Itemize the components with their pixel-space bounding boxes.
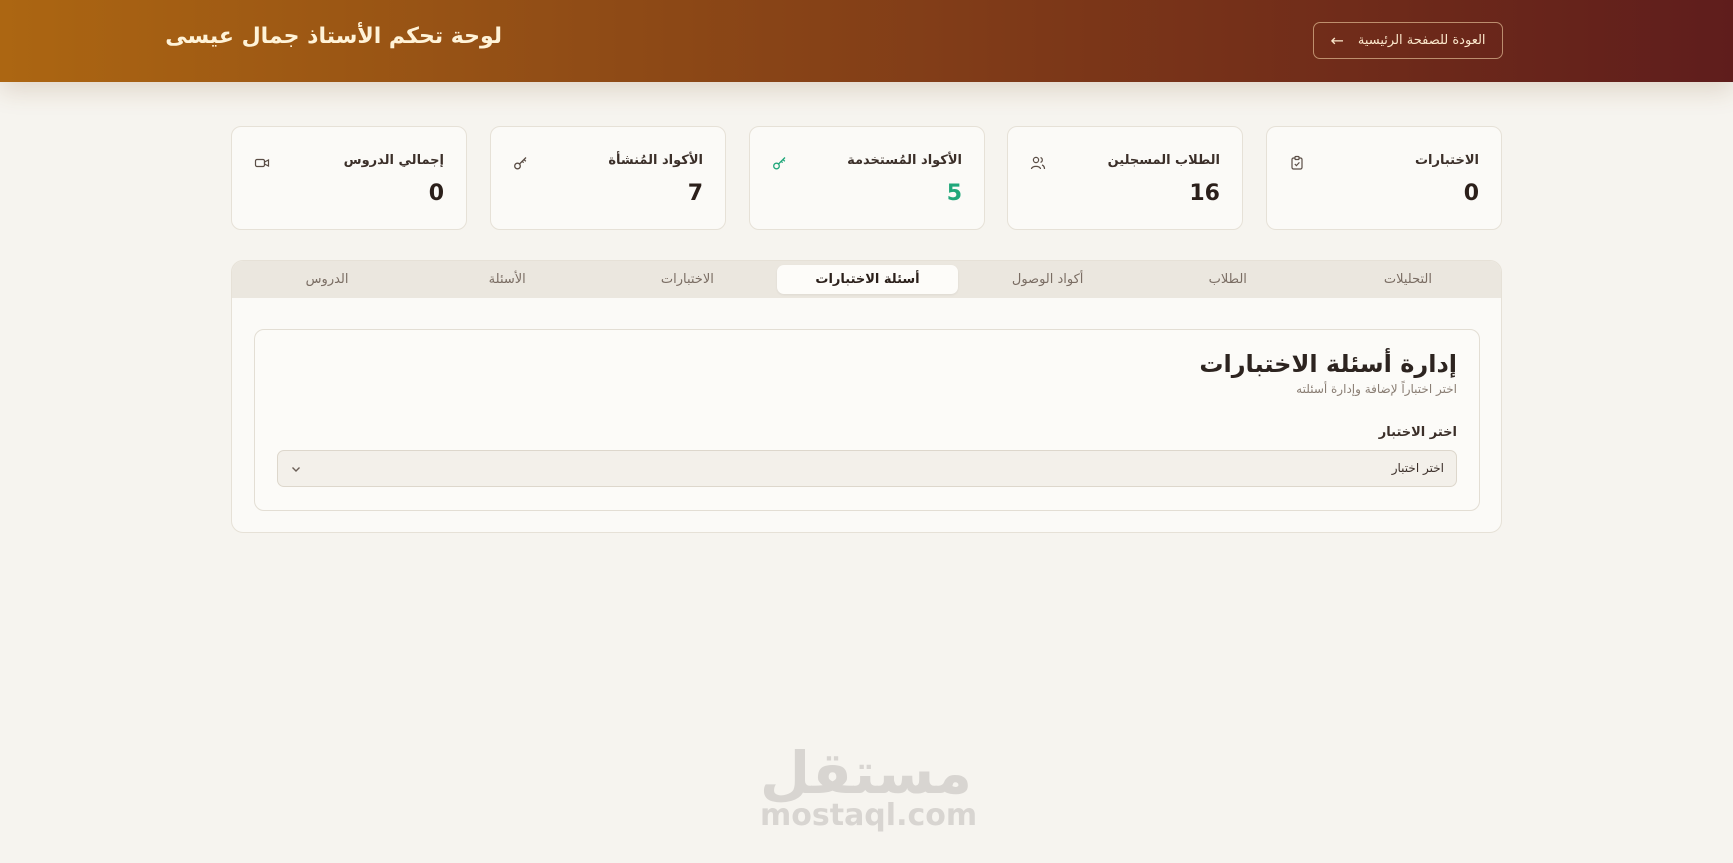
top-header: لوحة تحكم الأستاذ جمال عيسى العودة للصفح… [0,0,1733,82]
watermark-arabic: مستقل [759,739,972,807]
tab-exam-questions[interactable]: أسئلة الاختبارات [777,265,958,294]
exam-select-label: اختر الاختبار [1378,425,1457,440]
back-button-label: العودة للصفحة الرئيسية [1357,33,1486,48]
tab-exams[interactable]: الاختبارات [597,265,777,294]
chevron-down-icon [292,467,300,472]
back-to-home-button[interactable]: العودة للصفحة الرئيسية ← [1313,22,1503,59]
exam-questions-card: إدارة أسئلة الاختبارات اختر اختباراً لإض… [254,329,1480,511]
stat-value: 5 [946,181,962,206]
tab-bar: التحليلات الطلاب أكواد الوصول أسئلة الاخ… [232,261,1501,298]
video-icon [254,158,270,168]
exam-select[interactable]: اختر اختبار [277,450,1457,487]
stat-label: إجمالي الدروس [343,153,444,168]
stat-card-total-lessons: إجمالي الدروس 0 [231,126,467,230]
stat-value: 16 [1189,181,1220,206]
stat-card-created-codes: الأكواد المُنشأة 7 [490,126,726,230]
stats-row: الاختبارات 0 الطلاب المسجلين 16 الأكواد … [231,126,1502,230]
stat-value: 7 [687,181,703,206]
section-subtitle: اختر اختباراً لإضافة وإدارة أسئلته [1296,382,1457,396]
arrow-left-icon: ← [1330,30,1344,50]
tab-questions[interactable]: الأسئلة [417,265,597,294]
watermark-logo: مستقل mostaql.com [759,739,978,833]
stat-label: الاختبارات [1414,153,1479,168]
stat-label: الطلاب المسجلين [1107,153,1220,168]
stat-label: الأكواد المُستخدمة [847,153,962,168]
clipboard-check-icon [1291,155,1303,170]
stat-card-exams: الاختبارات 0 [1266,126,1502,230]
stat-value: 0 [428,181,444,206]
stat-label: الأكواد المُنشأة [608,153,703,168]
key-icon [773,157,786,170]
page-title: لوحة تحكم الأستاذ جمال عيسى [165,24,502,49]
key-icon [514,157,527,170]
stat-card-students: الطلاب المسجلين 16 [1007,126,1243,230]
tab-analytics[interactable]: التحليلات [1318,265,1498,294]
tab-students[interactable]: الطلاب [1138,265,1318,294]
users-icon [1030,156,1046,170]
stat-value: 0 [1463,181,1479,206]
tab-access-codes[interactable]: أكواد الوصول [958,265,1138,294]
stat-card-used-codes: الأكواد المُستخدمة 5 [749,126,985,230]
watermark-latin: mostaql.com [760,798,978,833]
dashboard-panel: التحليلات الطلاب أكواد الوصول أسئلة الاخ… [231,260,1502,533]
section-title: إدارة أسئلة الاختبارات [1199,350,1457,378]
tab-lessons[interactable]: الدروس [237,265,417,294]
exam-select-value: اختر اختبار [1391,461,1444,475]
